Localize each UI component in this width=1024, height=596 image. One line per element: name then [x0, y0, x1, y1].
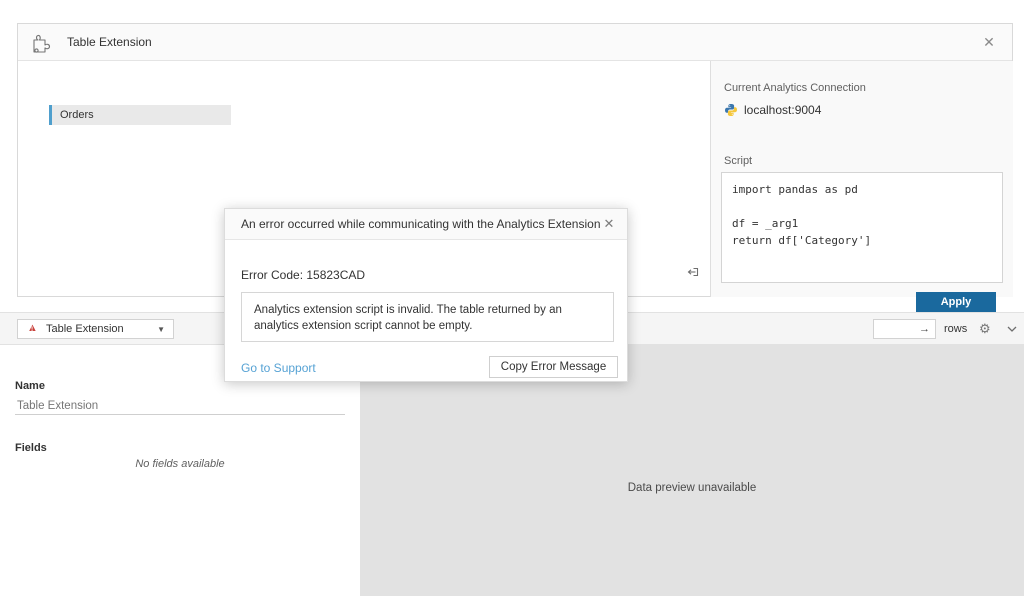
- error-code: Error Code: 15823CAD: [241, 268, 365, 282]
- rows-label: rows: [944, 323, 967, 335]
- error-dialog: An error occurred while communicating wi…: [224, 208, 628, 382]
- preview-unavailable-message: Data preview unavailable: [360, 482, 1024, 494]
- orders-table-label: Orders: [52, 109, 94, 121]
- orders-table-chip[interactable]: Orders: [49, 105, 231, 125]
- script-editor[interactable]: import pandas as pd df = _arg1 return df…: [721, 172, 1003, 283]
- error-dialog-header: An error occurred while communicating wi…: [225, 209, 627, 240]
- chevron-down-icon: ▼: [157, 325, 165, 334]
- arrow-right-icon: →: [919, 323, 930, 335]
- gear-icon[interactable]: ⚙: [979, 321, 991, 337]
- connection-row: localhost:9004: [724, 103, 821, 117]
- script-label: Script: [724, 155, 752, 167]
- name-label: Name: [15, 380, 45, 392]
- collapse-pane-icon[interactable]: [685, 264, 701, 280]
- analytics-settings-panel: Current Analytics Connection localhost:9…: [710, 61, 1013, 297]
- dialog-close-icon[interactable]: ✕: [601, 216, 617, 232]
- extension-puzzle-icon: [30, 32, 52, 54]
- copy-error-message-button[interactable]: Copy Error Message: [489, 356, 618, 378]
- python-icon: [724, 103, 738, 117]
- table-extension-selector[interactable]: ▲ ! Table Extension ▼: [17, 319, 174, 339]
- warning-icon: ▲ !: [27, 323, 39, 335]
- apply-button[interactable]: Apply: [916, 292, 996, 312]
- details-pane: Name Fields No fields available: [0, 345, 360, 596]
- connection-label: Current Analytics Connection: [724, 82, 866, 94]
- data-preview-pane: Data preview unavailable: [360, 345, 1024, 596]
- name-input[interactable]: [15, 397, 345, 415]
- fields-empty-message: No fields available: [0, 458, 360, 470]
- error-dialog-title: An error occurred while communicating wi…: [241, 217, 601, 231]
- selector-label: Table Extension: [46, 323, 157, 335]
- window-header: Table Extension: [18, 24, 1012, 61]
- error-message-box: Analytics extension script is invalid. T…: [241, 292, 614, 342]
- rows-count-input[interactable]: →: [873, 319, 936, 339]
- go-to-support-link[interactable]: Go to Support: [241, 361, 316, 375]
- connection-value: localhost:9004: [744, 103, 821, 117]
- collapse-preview-chevron-icon[interactable]: [1005, 322, 1019, 336]
- close-icon[interactable]: ✕: [980, 33, 998, 51]
- window-title: Table Extension: [67, 35, 152, 49]
- fields-label: Fields: [15, 442, 47, 454]
